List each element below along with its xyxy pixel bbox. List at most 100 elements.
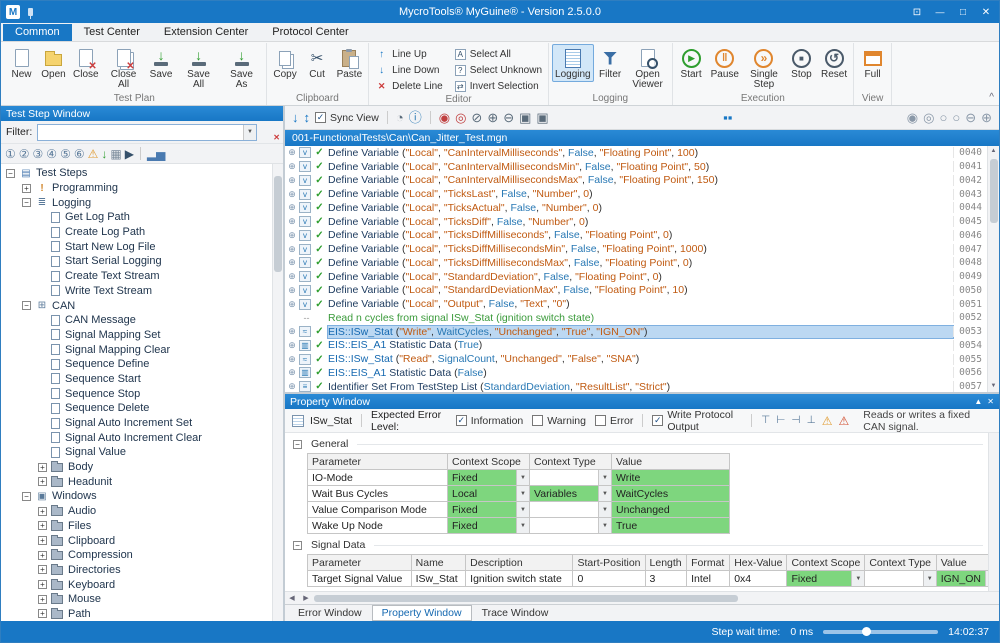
value-cell[interactable]: WaitCycles xyxy=(612,486,730,502)
statistics-icon[interactable]: ▂▅ xyxy=(147,148,165,160)
expand-step-icon[interactable]: ⊕ xyxy=(285,147,299,158)
scroll-up-icon[interactable]: ▲ xyxy=(991,146,997,157)
code-line[interactable]: ⊕✓Identifier Set From TestStep List (Sta… xyxy=(285,380,987,394)
code-line[interactable]: ⊕✓Define Variable ("Local", "CanInterval… xyxy=(285,174,987,188)
export-icon[interactable]: ↓ xyxy=(101,148,107,160)
chevron-down-icon[interactable] xyxy=(243,125,256,140)
code-line[interactable]: ⊕✓Define Variable ("Local", "TicksDiffMi… xyxy=(285,229,987,243)
property-scrollbar[interactable] xyxy=(988,433,999,591)
tree-item-signal-mapping-set[interactable]: Signal Mapping Set xyxy=(1,328,283,343)
tree-item-can[interactable]: −CAN xyxy=(1,298,283,313)
code-line[interactable]: ⊕✓EIS::ISw_Stat ("Write", WaitCycles, "U… xyxy=(285,325,987,339)
bookmark-icon[interactable]: ○ xyxy=(939,111,947,124)
run-step-icon[interactable]: ▶ xyxy=(125,148,134,160)
expand-step-icon[interactable]: ⊕ xyxy=(285,257,299,268)
skip-step-icon[interactable]: ⊘ xyxy=(471,111,482,124)
combo-cell[interactable]: Variables xyxy=(530,486,612,502)
tree-item-audio[interactable]: +Audio xyxy=(1,504,283,519)
chevron-down-icon[interactable] xyxy=(516,502,529,517)
tab-error-window[interactable]: Error Window xyxy=(288,605,372,621)
expand-box-icon[interactable]: + xyxy=(38,565,47,574)
tree-item-signal-mapping-clear[interactable]: Signal Mapping Clear xyxy=(1,342,283,357)
tree-item-sequence-define[interactable]: Sequence Define xyxy=(1,357,283,372)
expand-box-icon[interactable]: + xyxy=(38,463,47,472)
warning-outline-icon[interactable]: ⚠ xyxy=(822,415,833,427)
tree-item-get-log-path[interactable]: Get Log Path xyxy=(1,210,283,225)
single-step-button[interactable]: Single Step xyxy=(743,44,785,92)
insert-step-icon[interactable]: ↓ xyxy=(292,111,299,124)
link-add-icon[interactable]: ⊕ xyxy=(487,111,498,124)
expand-step-icon[interactable]: ⊕ xyxy=(285,340,299,351)
split-view-icon[interactable]: ▪▪ xyxy=(723,111,732,124)
code-line[interactable]: ⊕✓Define Variable ("Local", "TicksDiffMi… xyxy=(285,256,987,270)
expand-box-icon[interactable]: + xyxy=(38,521,47,530)
save-all-button[interactable]: Save All xyxy=(178,44,220,92)
protocol-layout-top-icon[interactable]: ⊤ xyxy=(761,415,770,426)
tree-item-keyboard[interactable]: +Keyboard xyxy=(1,577,283,592)
expand-box-icon[interactable]: + xyxy=(38,609,47,618)
combo-cell[interactable] xyxy=(530,518,612,534)
save-as-button[interactable]: Save As xyxy=(221,44,263,92)
pin-icon[interactable] xyxy=(28,8,33,16)
expand-step-icon[interactable]: ⊕ xyxy=(285,381,299,392)
tree-item-start-serial-logging[interactable]: Start Serial Logging xyxy=(1,254,283,269)
breakpoint-icon[interactable]: ◉ xyxy=(907,111,918,124)
collapse-box-icon[interactable]: − xyxy=(6,169,15,178)
tree-item-can-message[interactable]: CAN Message xyxy=(1,313,283,328)
insert-position-5-icon[interactable]: ⑤ xyxy=(60,148,71,160)
value-cell[interactable]: Write xyxy=(612,470,730,486)
code-line[interactable]: ⊕✓Define Variable ("Local", "TicksLast",… xyxy=(285,187,987,201)
information-checkbox[interactable]: Information xyxy=(456,415,524,427)
link-remove-icon[interactable]: ⊖ xyxy=(503,111,514,124)
tree-item-headunit[interactable]: +Headunit xyxy=(1,474,283,489)
warning-checkbox[interactable]: Warning xyxy=(532,415,586,427)
line-up-button[interactable]: Line Up xyxy=(372,47,446,62)
hscroll-track[interactable] xyxy=(314,594,998,603)
scroll-down-icon[interactable]: ▼ xyxy=(991,381,997,392)
code-line[interactable]: ⊕✓Define Variable ("Local", "TicksDiff",… xyxy=(285,215,987,229)
expand-all-icon[interactable]: ⊕ xyxy=(981,111,992,124)
tree-item-files[interactable]: +Files xyxy=(1,519,283,534)
expand-step-icon[interactable]: ⊕ xyxy=(285,326,299,337)
theme-button[interactable] xyxy=(909,7,925,18)
collapse-box-icon[interactable]: − xyxy=(293,440,302,449)
code-line[interactable]: ⊕✓Define Variable ("Local", "CanInterval… xyxy=(285,160,987,174)
combo-cell[interactable]: Fixed xyxy=(448,518,530,534)
ribbon-tab-test-center[interactable]: Test Center xyxy=(72,24,152,41)
code-line[interactable]: ⊕✓Define Variable ("Local", "CanInterval… xyxy=(285,146,987,160)
tree-item-start-new-log-file[interactable]: Start New Log File xyxy=(1,239,283,254)
invert-selection-button[interactable]: Invert Selection xyxy=(452,79,545,94)
error-checkbox[interactable]: Error xyxy=(595,415,633,427)
code-line[interactable]: ⊕✓Define Variable ("Local", "TicksDiffMi… xyxy=(285,242,987,256)
run-to-cursor-icon[interactable]: ◎ xyxy=(923,111,934,124)
tree-item-create-text-stream[interactable]: Create Text Stream xyxy=(1,269,283,284)
protocol-layout-left-icon[interactable]: ⊢ xyxy=(776,415,785,426)
logging-button[interactable]: Logging xyxy=(552,44,594,82)
protocol-layout-bottom-icon[interactable]: ⊥ xyxy=(807,415,816,426)
chevron-down-icon[interactable] xyxy=(851,571,864,586)
expand-box-icon[interactable]: + xyxy=(38,551,47,560)
chevron-down-icon[interactable] xyxy=(598,470,611,485)
code-line[interactable]: --Read n cycles from signal ISw_Stat (ig… xyxy=(285,311,987,325)
tree-item-programming[interactable]: +Programming xyxy=(1,181,283,196)
collapse-panel-icon[interactable]: ▲ xyxy=(974,397,982,406)
expand-step-icon[interactable]: ⊕ xyxy=(285,175,299,186)
chevron-down-icon[interactable] xyxy=(598,486,611,501)
tree-item-write-text-stream[interactable]: Write Text Stream xyxy=(1,284,283,299)
insert-position-2-icon[interactable]: ② xyxy=(19,148,30,160)
collapse-all-icon[interactable]: ⊖ xyxy=(965,111,976,124)
tree-item-test-steps[interactable]: −Test Steps xyxy=(1,166,283,181)
tree-item-mouse[interactable]: +Mouse xyxy=(1,592,283,607)
tree-item-compression[interactable]: +Compression xyxy=(1,548,283,563)
camera-icon[interactable]: ▣ xyxy=(519,111,531,124)
scroll-left-icon[interactable]: ◀ xyxy=(285,594,299,602)
collapse-box-icon[interactable]: − xyxy=(22,198,31,207)
new-button[interactable]: New xyxy=(6,44,37,82)
close-button[interactable]: Close xyxy=(70,44,102,82)
combo-cell[interactable]: Local xyxy=(448,486,530,502)
expand-box-icon[interactable]: + xyxy=(38,507,47,516)
move-step-icon[interactable]: ↕ xyxy=(304,111,311,124)
code-line[interactable]: ⊕✓EIS::EIS_A1 Statistic Data (False)0056 xyxy=(285,366,987,380)
tree-item-signal-value[interactable]: Signal Value xyxy=(1,445,283,460)
expand-box-icon[interactable]: + xyxy=(38,580,47,589)
